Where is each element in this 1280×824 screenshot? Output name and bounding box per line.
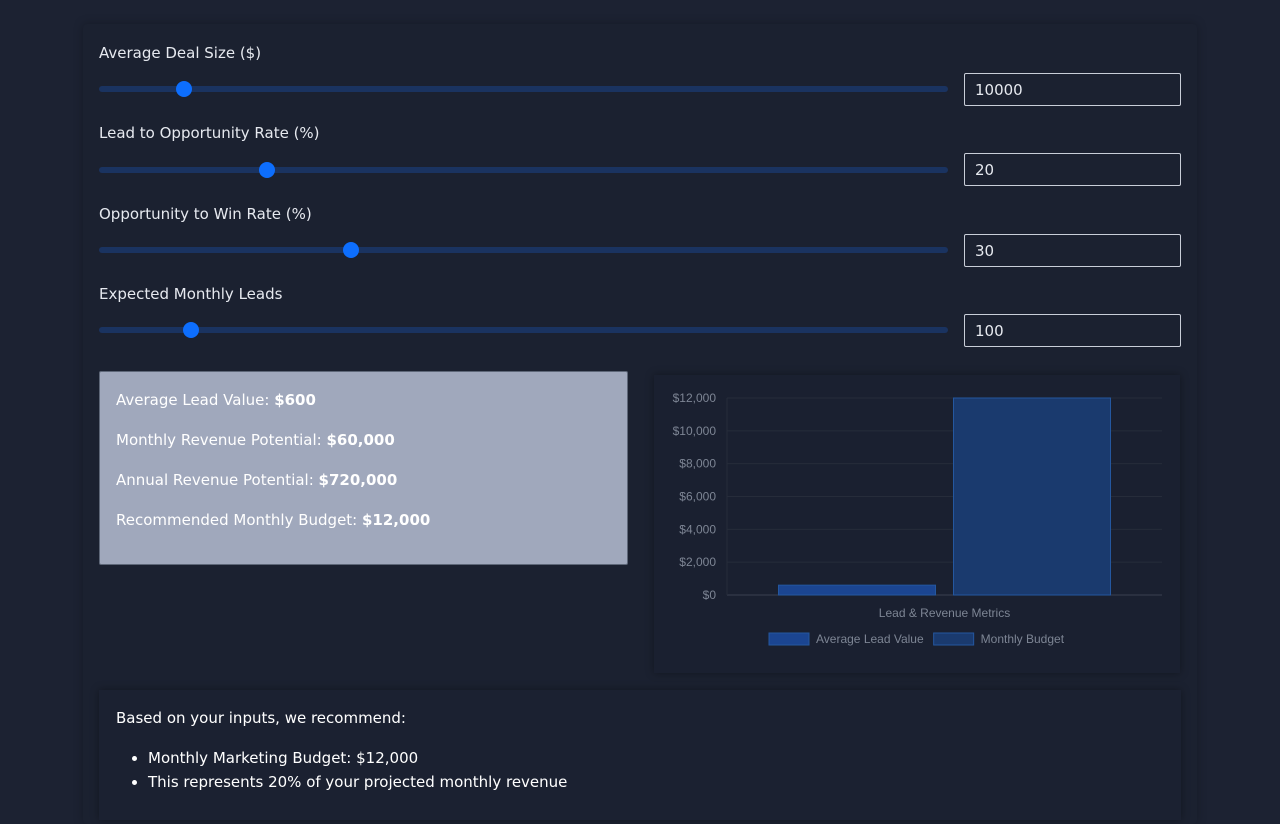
y-tick-label: $12,000 [673, 391, 717, 405]
annual-revenue-potential: Annual Revenue Potential: $720,000 [116, 471, 397, 489]
average-lead-value: Average Lead Value: $600 [116, 391, 316, 409]
results-panel: Average Lead Value: $600 Monthly Revenue… [99, 371, 628, 565]
win-rate-label: Opportunity to Win Rate (%) [99, 205, 312, 223]
chart-container: $0 $2,000 $4,000 $6,000 $8,000 $10,000 $12,000… [654, 375, 1180, 673]
result-value: $720,000 [318, 471, 398, 489]
legend-swatch [933, 632, 975, 646]
y-tick-label: $0 [703, 588, 717, 602]
legend-swatch [768, 632, 810, 646]
result-label: Recommended Monthly Budget: [116, 511, 362, 529]
y-tick-label: $6,000 [679, 490, 716, 504]
monthly-revenue-potential: Monthly Revenue Potential: $60,000 [116, 431, 395, 449]
x-tick-label: Lead & Revenue Metrics [879, 606, 1010, 620]
recommendation-panel: Based on your inputs, we recommend: Mont… [99, 690, 1181, 820]
monthly-leads-label: Expected Monthly Leads [99, 285, 283, 303]
win-rate-input[interactable] [964, 234, 1181, 267]
bar-average-lead-value [778, 584, 936, 596]
lead-opportunity-rate-label: Lead to Opportunity Rate (%) [99, 124, 320, 142]
slider-thumb[interactable] [259, 162, 276, 178]
list-item: This represents 20% of your projected mo… [148, 770, 567, 794]
y-tick-label: $8,000 [679, 457, 716, 471]
lead-opportunity-rate-input[interactable] [964, 153, 1181, 186]
deal-size-slider[interactable] [99, 81, 948, 97]
slider-thumb[interactable] [182, 322, 199, 338]
result-value: $60,000 [326, 431, 395, 449]
bar-chart: $0 $2,000 $4,000 $6,000 $8,000 $10,000 $12,000… [673, 391, 1162, 646]
monthly-leads-input[interactable] [964, 314, 1181, 347]
result-label: Monthly Revenue Potential: [116, 431, 327, 449]
recommendation-list: Monthly Marketing Budget: $12,000 This r… [116, 746, 567, 794]
bar-monthly-budget [953, 397, 1111, 596]
y-tick-label: $4,000 [679, 522, 716, 536]
y-tick-label: $2,000 [679, 555, 716, 569]
recommendation-intro: Based on your inputs, we recommend: [116, 709, 406, 727]
win-rate-slider[interactable] [99, 242, 948, 258]
legend-label: Average Lead Value [816, 632, 924, 646]
result-label: Annual Revenue Potential: [116, 471, 319, 489]
list-item: Monthly Marketing Budget: $12,000 [148, 746, 567, 770]
slider-thumb[interactable] [175, 81, 192, 97]
result-value: $12,000 [362, 511, 431, 529]
deal-size-input[interactable] [964, 73, 1181, 106]
deal-size-label: Average Deal Size ($) [99, 44, 262, 62]
legend-label: Monthly Budget [981, 632, 1065, 646]
result-value: $600 [274, 391, 316, 409]
result-label: Average Lead Value: [116, 391, 275, 409]
monthly-leads-slider[interactable] [99, 322, 948, 338]
recommended-monthly-budget: Recommended Monthly Budget: $12,000 [116, 511, 430, 529]
lead-opportunity-rate-slider[interactable] [99, 162, 948, 178]
y-tick-label: $10,000 [673, 424, 717, 438]
